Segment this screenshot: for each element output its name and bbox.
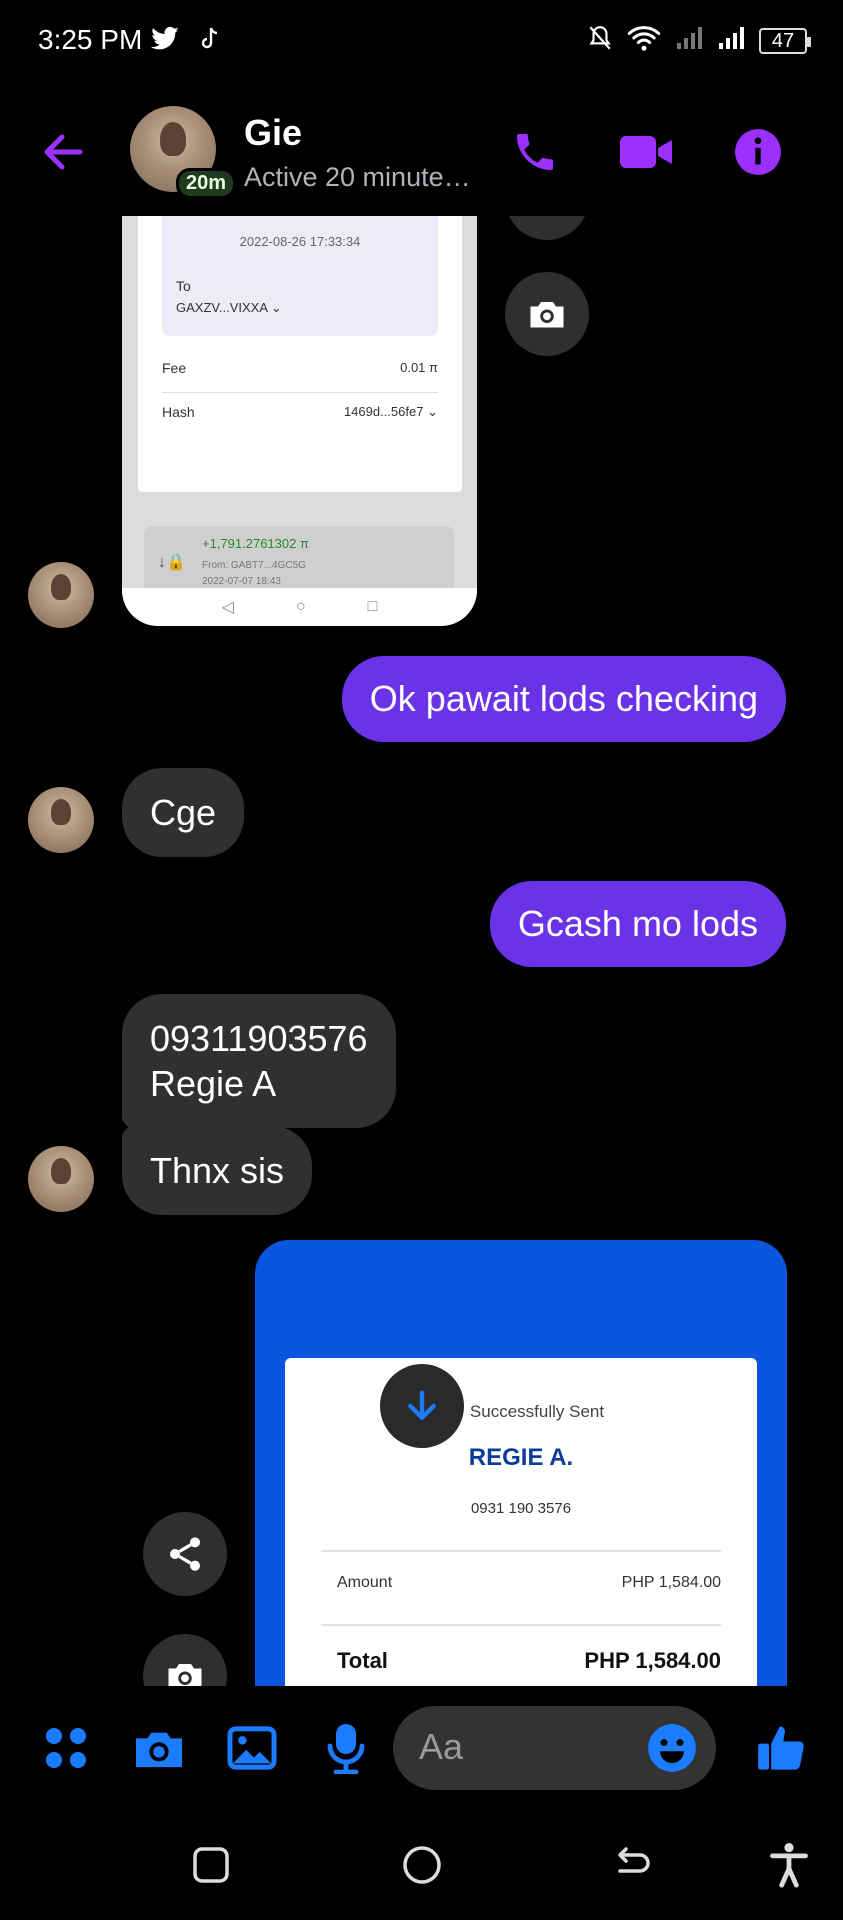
voice-message-button[interactable]: [318, 1720, 374, 1776]
contact-avatar[interactable]: [28, 562, 94, 628]
message-composer: [0, 1686, 843, 1810]
gcash-amount-value: PHP 1,584.00: [621, 1574, 721, 1591]
pi-hash-row: Hash 1469d...56fe7 ⌄: [162, 404, 438, 420]
scroll-to-bottom-button[interactable]: [380, 1364, 464, 1448]
pi-payment-from: From: GABT7...4GC5G: [202, 560, 306, 571]
pi-to-label: To: [176, 278, 191, 294]
accessibility-icon: [770, 1843, 808, 1888]
circle-home-icon: ○: [295, 598, 306, 615]
signal-icon: [717, 25, 745, 56]
pi-date: 2022-08-26 17:33:34: [239, 234, 361, 249]
message-outgoing[interactable]: Gcash mo lods: [489, 881, 786, 967]
apps-icon: [46, 1728, 86, 1768]
gcash-total-label: Total: [337, 1648, 388, 1673]
message-list[interactable]: 2022-08-26 17:33:34 To GAXZV...VIXXA ⌄ F…: [0, 216, 843, 1686]
twitter-icon: [150, 26, 180, 57]
divider: [162, 392, 438, 393]
pi-transfer-summary: 2022-08-26 17:33:34 To GAXZV...VIXXA ⌄: [162, 216, 438, 336]
gcash-recipient: REGIE A.: [468, 1444, 574, 1471]
square-recents-icon: □: [367, 598, 378, 615]
screenshot-nav-bar: ◁ ○ □: [122, 588, 477, 626]
pi-fee-row: Fee 0.01 π: [162, 360, 438, 376]
conversation-header: 20m Gie Active 20 minutes ago: [0, 86, 843, 216]
chevron-down-icon: ⌄: [427, 404, 438, 419]
image-attachment-pi-receipt[interactable]: 2022-08-26 17:33:34 To GAXZV...VIXXA ⌄ F…: [122, 216, 477, 626]
system-icons: 47: [587, 24, 811, 57]
gcash-receipt-sheet: ✓Successfully Sent REGIE A. 0931 190 357…: [285, 1358, 757, 1686]
video-call-button[interactable]: [616, 122, 676, 182]
arrow-left-icon: [44, 134, 83, 170]
gallery-button[interactable]: [224, 1720, 280, 1776]
divider: [321, 1624, 721, 1626]
circle-icon: [403, 1846, 441, 1884]
message-incoming[interactable]: Thnx sis: [122, 1126, 313, 1215]
contact-name[interactable]: Gie: [244, 112, 302, 154]
back-nav-button[interactable]: [607, 1840, 657, 1890]
pi-transaction-sheet: 2022-08-26 17:33:34 To GAXZV...VIXXA ⌄ F…: [138, 216, 462, 492]
emoji-button[interactable]: [646, 1722, 698, 1774]
mute-icon: [587, 24, 613, 57]
accessibility-button[interactable]: [764, 1840, 814, 1890]
return-arrow-icon: [618, 1847, 650, 1873]
save-image-button[interactable]: [143, 1634, 227, 1686]
message-incoming[interactable]: Cge: [122, 768, 245, 857]
wifi-icon: [627, 24, 661, 57]
battery-icon: 47: [759, 27, 811, 54]
pi-to-address: GAXZV...VIXXA ⌄: [176, 300, 282, 315]
camera-icon: [530, 302, 564, 328]
camera-icon: [168, 1664, 202, 1686]
apps-button[interactable]: [38, 1720, 94, 1776]
like-button[interactable]: [754, 1720, 810, 1776]
gcash-amount-label: Amount: [337, 1574, 393, 1591]
emoji-icon: [648, 1724, 696, 1772]
info-icon: [735, 129, 781, 175]
contact-active-status: Active 20 minutes ago: [244, 162, 484, 192]
share-button[interactable]: [143, 1512, 227, 1596]
camera-icon: [136, 1732, 182, 1768]
gallery-icon: [227, 1726, 277, 1770]
share-icon: [170, 1537, 200, 1571]
presence-badge: 20m: [176, 168, 237, 199]
status-bar: 3:25 PM 47: [0, 0, 843, 86]
message-input[interactable]: [419, 1724, 629, 1770]
gcash-phone: 0931 190 3576: [470, 1500, 572, 1517]
gcash-status: ✓Successfully Sent: [285, 1402, 757, 1423]
video-icon: [620, 136, 672, 168]
divider: [321, 1550, 721, 1552]
voice-call-button[interactable]: [505, 122, 565, 182]
pi-payment-date: 2022-07-07 18:43: [202, 576, 281, 587]
status-time: 3:25 PM: [38, 24, 143, 55]
chevron-down-icon: ⌄: [270, 300, 282, 315]
contact-avatar[interactable]: [28, 787, 94, 853]
share-button[interactable]: [505, 216, 589, 240]
back-button[interactable]: [36, 124, 92, 180]
phone-icon: [517, 134, 553, 170]
contact-avatar[interactable]: [28, 1146, 94, 1212]
gcash-total-value: PHP 1,584.00: [584, 1648, 721, 1673]
save-image-button[interactable]: [505, 272, 589, 356]
message-outgoing[interactable]: Ok pawait lods checking: [341, 656, 786, 742]
notification-icons: [150, 26, 222, 57]
triangle-back-icon: ◁: [221, 599, 234, 616]
microphone-icon: [327, 1724, 365, 1774]
receive-lock-icon: ↓🔒: [158, 554, 186, 571]
camera-button[interactable]: [131, 1720, 187, 1776]
message-incoming[interactable]: 09311903576 Regie A: [122, 994, 396, 1128]
arrow-down-icon: [408, 1390, 436, 1420]
system-navigation-bar: [0, 1810, 843, 1920]
tiktok-icon: [198, 26, 222, 57]
thumbs-up-icon: [758, 1726, 804, 1770]
pi-payment-amount: +1,791.2761302 π: [202, 536, 309, 551]
info-button[interactable]: [728, 122, 788, 182]
message-input-container: [393, 1706, 716, 1790]
recents-button[interactable]: [186, 1840, 236, 1890]
image-attachment-gcash-receipt[interactable]: ✓Successfully Sent REGIE A. 0931 190 357…: [255, 1240, 787, 1686]
home-button[interactable]: [397, 1840, 447, 1890]
signal-icon: [675, 25, 703, 56]
square-icon: [193, 1847, 229, 1883]
